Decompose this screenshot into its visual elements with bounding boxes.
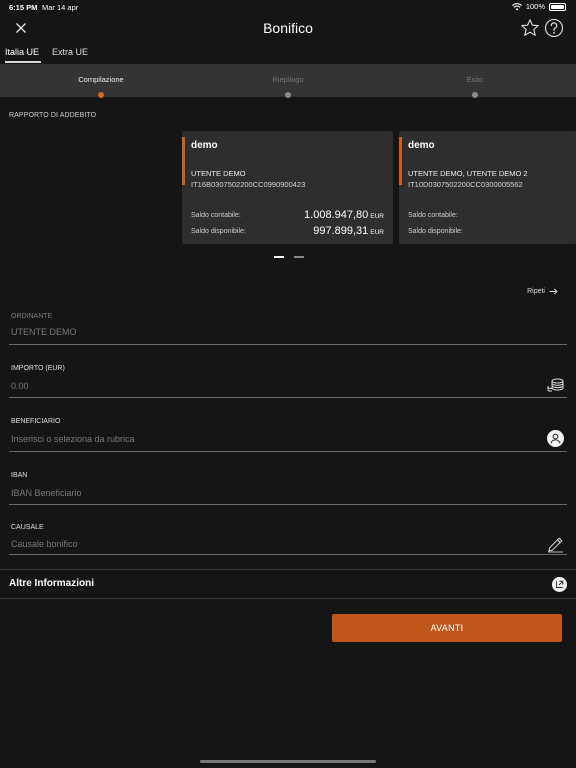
pager-dot-2[interactable] <box>294 256 304 258</box>
card-pager <box>274 256 304 258</box>
nav-header: Bonifico <box>0 14 576 46</box>
importo-label: IMPORTO (EUR) <box>11 365 65 372</box>
section-rapporto-addebito: RAPPORTO DI ADDEBITO <box>9 112 97 119</box>
account-name: demo <box>191 140 218 151</box>
divider-top <box>0 569 576 570</box>
page-title: Bonifico <box>263 20 313 36</box>
saldo-disponibile-value: 997.899,31 EUR <box>313 225 384 237</box>
step-compilazione: Compilazione <box>78 75 124 84</box>
ordinante-value: UTENTE DEMO <box>11 327 77 337</box>
account-iban: IT10D0307502200CC0300005562 <box>408 180 523 189</box>
wifi-icon <box>511 2 522 10</box>
iban-label: IBAN <box>11 472 28 479</box>
iban-input[interactable]: IBAN Beneficiario <box>11 488 82 498</box>
active-tab-indicator <box>5 61 41 63</box>
progress-stepper: Compilazione Riepilogo Esito <box>0 64 576 98</box>
importo-input[interactable]: 0.00 <box>11 381 29 391</box>
beneficiario-field[interactable]: BENEFICIARIO Inserisci o seleziona da ru… <box>9 415 567 452</box>
saldo-contabile-value: 1.008.947,80 EUR <box>304 209 384 221</box>
tab-italia-ue[interactable]: Italia UE <box>5 47 39 57</box>
status-time: 6:15 PM <box>9 3 38 12</box>
star-icon[interactable] <box>520 18 540 38</box>
saldo-disponibile-label: Saldo disponibile: <box>408 228 463 235</box>
saldo-contabile-label: Saldo contabile: <box>191 212 241 219</box>
saldo-contabile-amount: 1.008.947,80 <box>304 209 369 221</box>
account-iban: IT16B0307502200CC0990900423 <box>191 180 306 189</box>
account-holder: UTENTE DEMO <box>191 169 246 178</box>
status-date: Mar 14 apr <box>42 3 79 12</box>
account-card[interactable]: demo UTENTE DEMO IT16B0307502200CC099090… <box>182 131 393 244</box>
avanti-button[interactable]: AVANTI <box>332 614 562 642</box>
currency-label: EUR <box>370 229 384 236</box>
home-indicator[interactable] <box>200 760 376 763</box>
step-dot-riepilogo <box>285 92 291 98</box>
saldo-disponibile-label: Saldo disponibile: <box>191 228 246 235</box>
step-dot-compilazione <box>98 92 104 98</box>
card-accent <box>182 137 185 185</box>
importo-field[interactable]: IMPORTO (EUR) 0.00 <box>9 362 567 398</box>
step-esito: Esito <box>466 75 484 84</box>
status-bar: 6:15 PM Mar 14 apr 100% <box>0 0 576 14</box>
divider-bottom <box>0 598 576 599</box>
battery-percent: 100% <box>525 2 545 11</box>
pager-dot-1[interactable] <box>274 256 284 258</box>
ripeti-label: Ripeti <box>527 288 545 295</box>
arrow-right-icon <box>549 288 558 295</box>
coins-icon[interactable] <box>547 378 564 392</box>
step-dot-esito <box>472 92 478 98</box>
saldo-disponibile-amount: 997.899,31 <box>313 225 369 237</box>
beneficiario-label: BENEFICIARIO <box>11 418 61 425</box>
account-card[interactable]: demo UTENTE DEMO, UTENTE DEMO 2 IT10D030… <box>399 131 576 244</box>
contact-icon[interactable] <box>547 430 564 447</box>
status-right: 100% <box>511 2 566 11</box>
card-accent <box>399 137 402 185</box>
currency-label: EUR <box>370 213 384 220</box>
battery-icon <box>549 2 566 11</box>
causale-label: CAUSALE <box>11 524 44 531</box>
help-icon[interactable] <box>544 18 564 38</box>
account-name: demo <box>408 140 435 151</box>
saldo-contabile-label: Saldo contabile: <box>408 212 458 219</box>
iban-field[interactable]: IBAN IBAN Beneficiario <box>9 469 567 505</box>
step-riepilogo: Riepilogo <box>272 75 304 84</box>
ordinante-label: ORDINANTE <box>11 313 53 320</box>
ripeti-button[interactable]: Ripeti <box>527 288 558 295</box>
expand-icon[interactable] <box>552 577 567 592</box>
causale-field[interactable]: CAUSALE Causale bonifico <box>9 521 567 555</box>
pencil-icon[interactable] <box>547 536 564 553</box>
account-holder: UTENTE DEMO, UTENTE DEMO 2 <box>408 169 528 178</box>
ordinante-field[interactable]: ORDINANTE UTENTE DEMO <box>9 310 567 345</box>
tab-extra-ue[interactable]: Extra UE <box>52 47 88 57</box>
beneficiario-input[interactable]: Inserisci o seleziona da rubrica <box>11 434 135 444</box>
altre-informazioni-toggle[interactable]: Altre Informazioni <box>9 578 94 589</box>
causale-input[interactable]: Causale bonifico <box>11 539 78 549</box>
